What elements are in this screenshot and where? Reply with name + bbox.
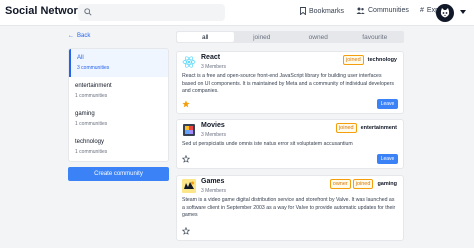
star-filled-icon[interactable] bbox=[182, 100, 190, 108]
react-logo-icon bbox=[182, 56, 196, 68]
search-input[interactable] bbox=[78, 4, 225, 21]
leave-button[interactable]: Leave bbox=[377, 99, 398, 109]
category-item-gaming[interactable]: gaming 1 communities bbox=[69, 105, 168, 133]
member-count: 3 Members bbox=[201, 64, 227, 70]
nav-communities-label: Communities bbox=[368, 7, 409, 14]
member-count: 3 Members bbox=[201, 188, 227, 194]
arrow-left-icon: ← bbox=[68, 33, 74, 39]
joined-badge: joined bbox=[335, 123, 357, 133]
search-icon bbox=[84, 8, 92, 16]
category-count: 1 communities bbox=[75, 121, 108, 127]
back-label: Back bbox=[77, 33, 91, 39]
nav-bookmarks[interactable]: Bookmarks bbox=[300, 7, 344, 15]
back-link[interactable]: ← Back bbox=[68, 33, 90, 39]
category-count: 1 communities bbox=[75, 149, 108, 155]
category-name: All bbox=[77, 55, 84, 61]
brand-title[interactable]: Social Network bbox=[5, 5, 84, 17]
category-name: technology bbox=[75, 139, 105, 145]
category-count: 1 communities bbox=[75, 93, 108, 99]
community-badges: joined technology bbox=[342, 55, 399, 65]
movies-logo-icon bbox=[183, 124, 195, 136]
chevron-down-icon[interactable] bbox=[460, 10, 466, 15]
nav-communities[interactable]: Communities bbox=[356, 7, 409, 14]
community-card-react: React 3 Members joined technology React … bbox=[176, 51, 404, 114]
category-item-all[interactable]: All 3 communities bbox=[69, 49, 168, 77]
nav-bookmarks-label: Bookmarks bbox=[309, 7, 345, 15]
hashtag-icon: # bbox=[420, 7, 424, 14]
communities-icon bbox=[356, 7, 365, 14]
cat-avatar-icon bbox=[440, 8, 450, 18]
tab-owned[interactable]: owned bbox=[290, 32, 347, 42]
category-name: entertainment bbox=[75, 83, 112, 89]
category-item-technology[interactable]: technology 1 communities bbox=[69, 133, 168, 161]
bookmark-icon bbox=[300, 7, 306, 15]
category-item-entertainment[interactable]: entertainment 1 communities bbox=[69, 77, 168, 105]
category-list: All 3 communities entertainment 1 commun… bbox=[68, 48, 169, 162]
community-title[interactable]: Movies bbox=[201, 122, 225, 129]
tab-all[interactable]: all bbox=[177, 32, 234, 42]
member-count: 3 Members bbox=[201, 132, 227, 138]
games-logo-icon bbox=[182, 179, 196, 193]
community-badges: owner joined gaming bbox=[329, 179, 399, 189]
category-name: gaming bbox=[75, 111, 95, 117]
navbar: Social Network Bookmarks Communities # E… bbox=[0, 0, 474, 26]
owner-badge: owner bbox=[329, 179, 351, 189]
category-count: 3 communities bbox=[77, 65, 110, 71]
community-card-games: Games 3 Members owner joined gaming Stea… bbox=[176, 175, 404, 241]
community-title[interactable]: Games bbox=[201, 178, 224, 185]
avatar[interactable] bbox=[436, 4, 454, 22]
joined-badge: joined bbox=[342, 55, 364, 65]
joined-badge: joined bbox=[352, 179, 374, 189]
community-badges: joined entertainment bbox=[335, 123, 399, 133]
community-card-movies: Movies 3 Members joined entertainment Se… bbox=[176, 119, 404, 169]
tab-joined[interactable]: joined bbox=[234, 32, 291, 42]
community-description: React is a free and open-source front-en… bbox=[182, 73, 394, 95]
leave-button[interactable]: Leave bbox=[377, 154, 398, 164]
category-badge: entertainment bbox=[360, 125, 397, 131]
community-description: Steam is a video game digital distributi… bbox=[182, 197, 396, 219]
filter-tabs: all joined owned favourite bbox=[176, 31, 404, 43]
create-community-button[interactable]: Create community bbox=[68, 167, 169, 181]
star-outline-icon[interactable] bbox=[182, 155, 190, 163]
community-title[interactable]: React bbox=[201, 54, 220, 61]
tab-favourite[interactable]: favourite bbox=[347, 32, 404, 42]
community-description: Sed ut perspiciatis unde omnis iste natu… bbox=[182, 141, 353, 147]
category-badge: technology bbox=[367, 57, 397, 63]
category-badge: gaming bbox=[377, 181, 397, 187]
star-outline-icon[interactable] bbox=[182, 227, 190, 235]
